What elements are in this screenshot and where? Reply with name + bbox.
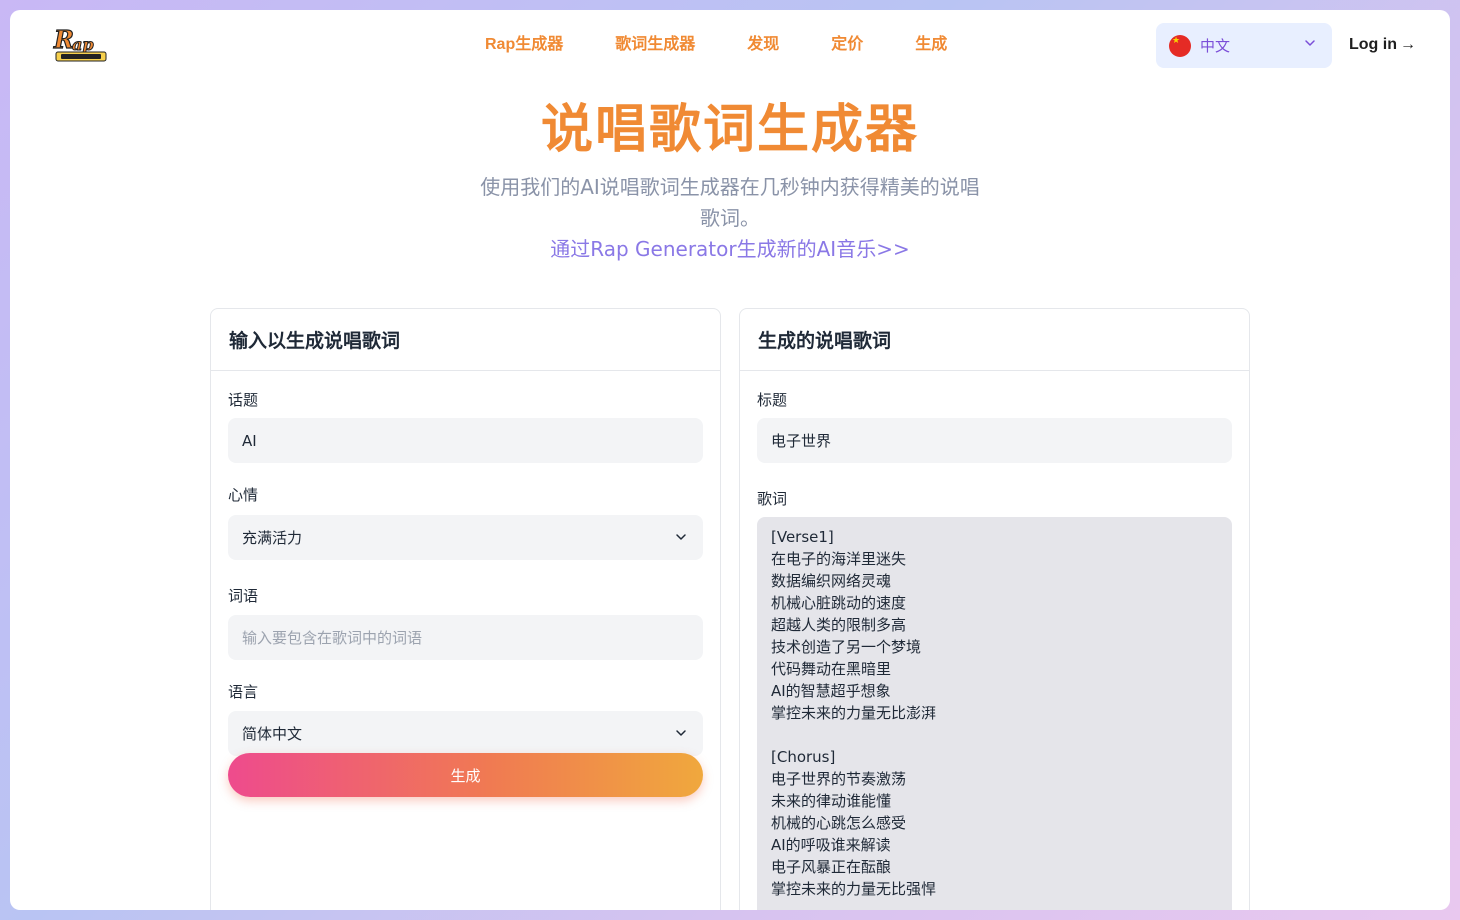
- generate-button[interactable]: 生成: [228, 753, 703, 797]
- nav-lyrics-generator[interactable]: 歌词生成器: [615, 34, 695, 56]
- lyrics-label: 歌词: [757, 490, 788, 508]
- rap-generator-logo[interactable]: R ap: [52, 24, 110, 66]
- input-card-header: 输入以生成说唱歌词: [211, 309, 720, 371]
- song-title-field[interactable]: 电子世界: [757, 418, 1232, 463]
- output-card-title: 生成的说唱歌词: [758, 330, 892, 352]
- song-title-value: 电子世界: [771, 432, 832, 450]
- language-select[interactable]: 简体中文: [228, 711, 703, 756]
- chevron-down-icon: [676, 730, 686, 736]
- words-input[interactable]: [228, 615, 703, 660]
- input-card-title: 输入以生成说唱歌词: [229, 330, 401, 352]
- page-title: 说唱歌词生成器: [540, 100, 919, 160]
- language-selector[interactable]: 中文: [1156, 23, 1332, 68]
- input-card: 输入以生成说唱歌词 话题 AI 心情 充满活力 词语 语言 简体中文: [210, 308, 721, 910]
- site-header: R ap Rap生成器 歌词生成器 发现 定价 生成 中文 Log in→: [10, 10, 1450, 80]
- mood-value: 充满活力: [242, 529, 303, 547]
- china-flag-icon: [1169, 34, 1191, 57]
- language-value: 简体中文: [242, 725, 303, 743]
- mood-label: 心情: [228, 486, 259, 504]
- mood-select[interactable]: 充满活力: [228, 515, 703, 560]
- nav-pricing[interactable]: 定价: [831, 34, 863, 56]
- topic-input[interactable]: AI: [228, 418, 703, 463]
- output-card-header: 生成的说唱歌词: [740, 309, 1249, 371]
- topic-value: AI: [242, 431, 257, 450]
- svg-text:R: R: [53, 26, 74, 54]
- rap-generator-promo-link[interactable]: 通过Rap Generator生成新的AI音乐>>: [10, 234, 1450, 264]
- login-link[interactable]: Log in →: [1349, 34, 1416, 56]
- lyrics-textarea[interactable]: [Verse1] 在电子的海洋里迷失 数据编织网络灵魂 机械心脏跳动的速度 超越…: [757, 517, 1232, 910]
- language-field-label: 语言: [228, 683, 259, 701]
- output-form: 标题 电子世界 歌词 [Verse1] 在电子的海洋里迷失 数据编织网络灵魂 机…: [740, 390, 1249, 910]
- login-label: Log in: [1349, 36, 1397, 53]
- svg-text:ap: ap: [72, 35, 94, 54]
- page-subtitle: 使用我们的AI说唱歌词生成器在几秒钟内获得精美的说唱歌词。: [480, 175, 980, 230]
- output-card: 生成的说唱歌词 标题 电子世界 歌词 [Verse1] 在电子的海洋里迷失 数据…: [739, 308, 1250, 910]
- nav-rap-generator[interactable]: Rap生成器: [485, 34, 563, 56]
- input-form: 话题 AI 心情 充满活力 词语 语言 简体中文: [211, 390, 720, 756]
- topic-label: 话题: [228, 391, 259, 409]
- main-nav: Rap生成器 歌词生成器 发现 定价 生成: [485, 34, 999, 56]
- language-label: 中文: [1200, 38, 1231, 55]
- nav-discover[interactable]: 发现: [747, 34, 779, 56]
- browser-window: R ap Rap生成器 歌词生成器 发现 定价 生成 中文 Log in→ 说唱…: [10, 10, 1450, 910]
- arrow-right-icon: →: [1399, 36, 1416, 53]
- chevron-down-icon: [1305, 40, 1315, 46]
- words-label: 词语: [228, 587, 259, 605]
- song-title-label: 标题: [757, 391, 788, 409]
- chevron-down-icon: [676, 534, 686, 540]
- nav-generate[interactable]: 生成: [915, 34, 947, 56]
